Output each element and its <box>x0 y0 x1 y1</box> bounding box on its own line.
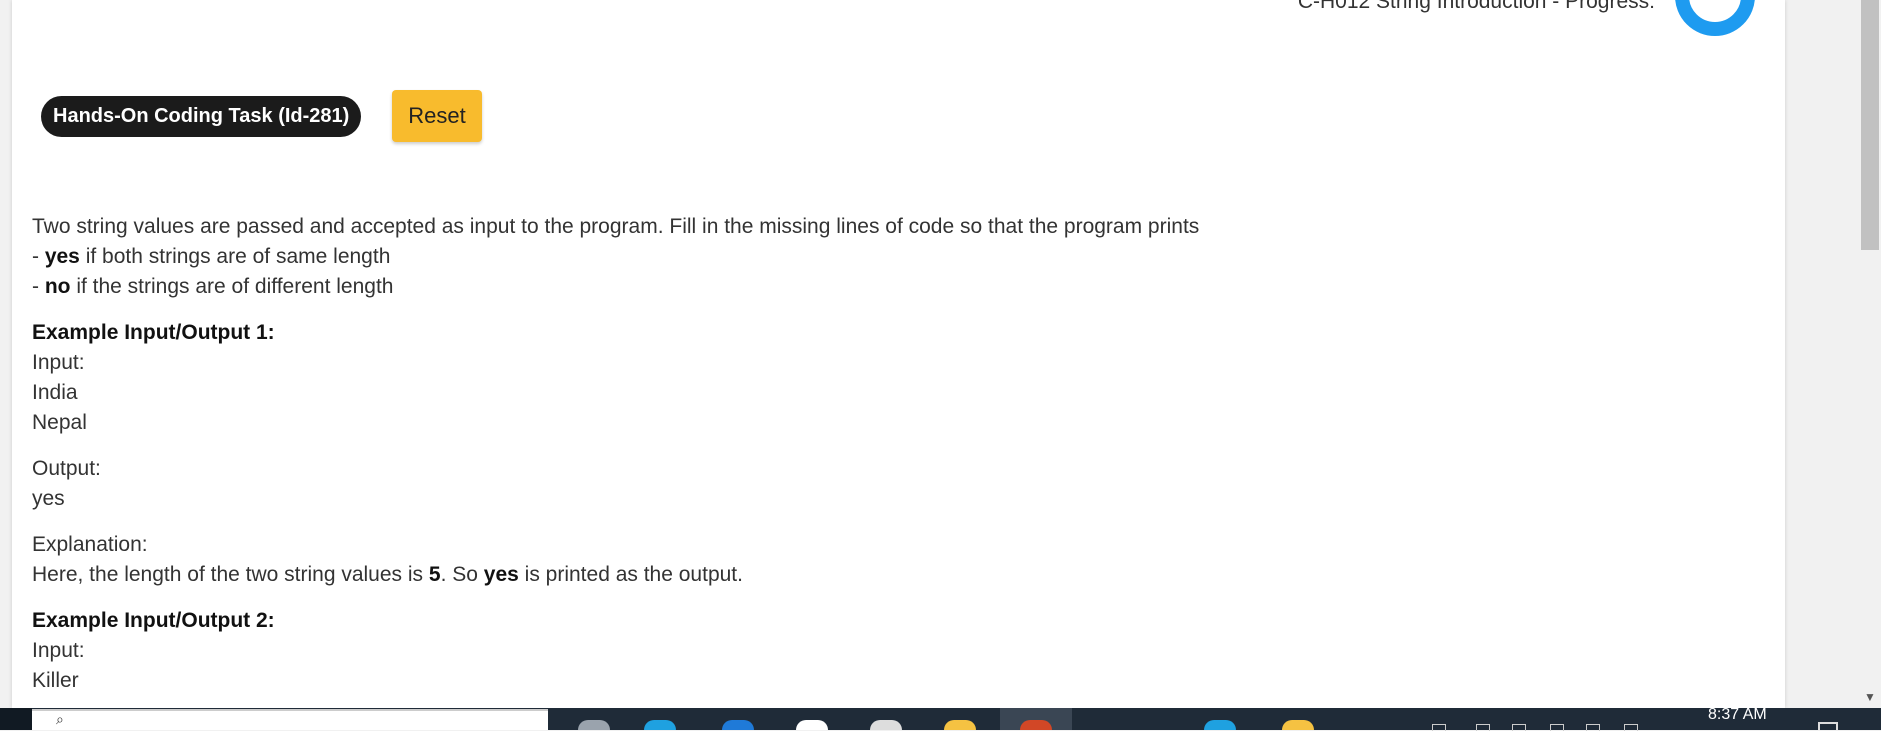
rule-no-prefix: - <box>32 275 45 298</box>
file-explorer-icon[interactable] <box>944 720 976 730</box>
problem-statement: Two string values are passed and accepte… <box>32 212 1732 712</box>
main-page: C-H012 String Introduction - Progress: H… <box>12 0 1785 708</box>
edge-browser-icon[interactable] <box>644 720 676 730</box>
example1-output: Output: yes <box>32 454 1732 514</box>
rule-yes-text: if both strings are of same length <box>79 245 391 268</box>
powerpoint-icon[interactable] <box>1020 720 1052 730</box>
rule-no-text: if the strings are of different length <box>70 275 394 298</box>
mail-icon[interactable] <box>722 720 754 730</box>
example2-input-line1: Killer <box>32 669 79 692</box>
example1-input-line1: India <box>32 381 78 404</box>
network-app-icon[interactable] <box>1204 720 1236 730</box>
example2-heading: Example Input/Output 2: <box>32 609 275 632</box>
explanation-bold1: 5 <box>428 563 441 586</box>
example1-output-value: yes <box>32 487 65 510</box>
rule-yes-prefix: - <box>32 245 45 268</box>
example2-input-label: Input: <box>32 639 85 662</box>
reset-button[interactable]: Reset <box>392 90 482 142</box>
rule-yes-keyword: yes <box>44 245 80 268</box>
taskbar-search-input[interactable]: ⌕ <box>32 709 548 730</box>
problem-intro: Two string values are passed and accepte… <box>32 215 1200 238</box>
task-badge: Hands-On Coding Task (Id-281) <box>41 96 362 137</box>
task-view-icon[interactable] <box>578 720 610 730</box>
taskbar: ⌕ 8:37 AM <box>0 706 1881 731</box>
example1-explanation: Explanation: Here, the length of the two… <box>32 530 1732 590</box>
explanation-bold2: yes <box>483 563 519 586</box>
example1-explanation-label: Explanation: <box>32 533 148 556</box>
example2-input: Example Input/Output 2: Input: Killer <box>32 606 1732 696</box>
rule-no-keyword: no <box>44 275 71 298</box>
sticky-app-icon[interactable] <box>1282 720 1314 730</box>
notification-icon[interactable] <box>1818 722 1838 730</box>
progress-title: C-H012 String Introduction - Progress: <box>1297 0 1655 13</box>
search-icon: ⌕ <box>56 711 64 727</box>
example1-output-label: Output: <box>32 457 101 480</box>
scrollbar-thumb[interactable] <box>1861 0 1879 250</box>
progress-ring <box>1675 0 1755 36</box>
explanation-part3: is printed as the output. <box>518 563 743 586</box>
scroll-down-arrow-icon[interactable]: ▼ <box>1859 688 1881 706</box>
explanation-part2: . So <box>440 563 484 586</box>
problem-description: Two string values are passed and accepte… <box>32 212 1732 302</box>
explanation-part1: Here, the length of the two string value… <box>32 563 429 586</box>
dropbox-icon[interactable] <box>796 720 828 730</box>
start-button[interactable] <box>0 708 32 730</box>
example1-input: Example Input/Output 1: Input: India Nep… <box>32 318 1732 438</box>
chrome-icon[interactable] <box>870 720 902 730</box>
example1-heading: Example Input/Output 1: <box>32 321 275 344</box>
example1-input-line2: Nepal <box>32 411 87 434</box>
example1-input-label: Input: <box>32 351 85 374</box>
taskbar-clock[interactable]: 8:37 AM <box>1708 706 1767 724</box>
